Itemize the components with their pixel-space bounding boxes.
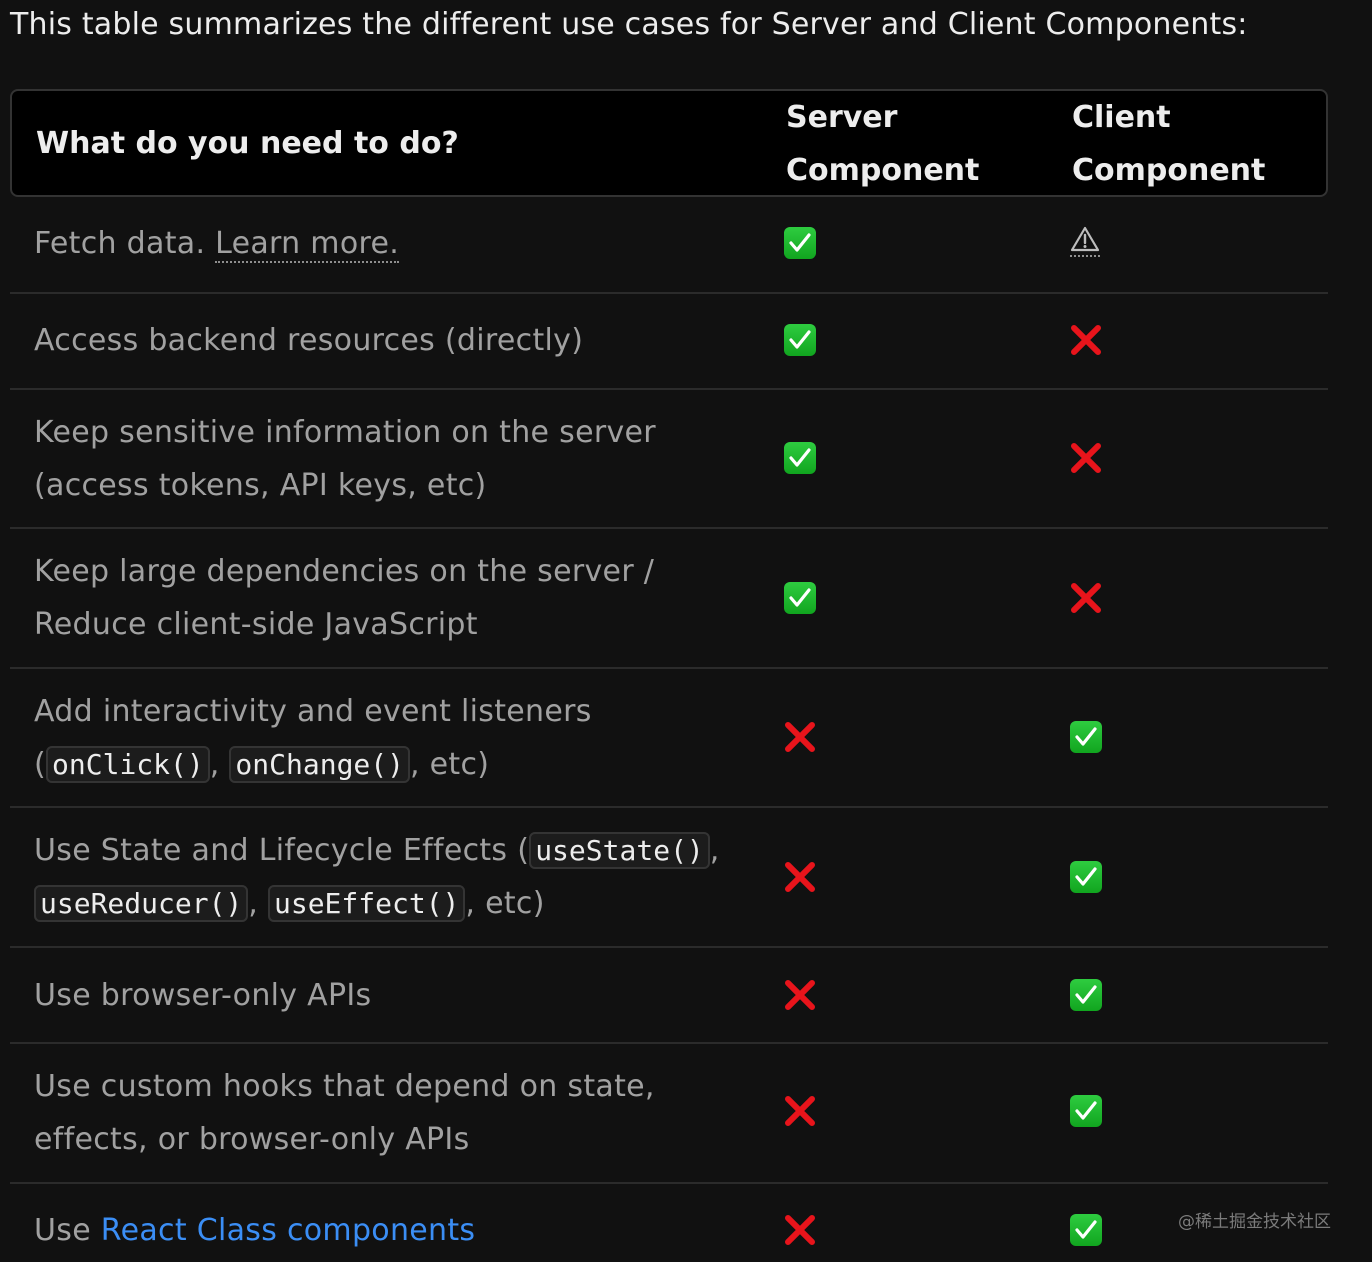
row-need: Keep sensitive information on the server… bbox=[34, 415, 656, 503]
client-warning-icon[interactable] bbox=[1070, 225, 1104, 259]
client-check-icon bbox=[1070, 979, 1104, 1013]
server-cross-icon bbox=[784, 721, 818, 755]
row-need: Fetch data. Learn more. bbox=[34, 226, 400, 263]
code-usereducer: useReducer() bbox=[34, 885, 249, 922]
row-need: Use browser-only APIs bbox=[34, 978, 372, 1013]
header-client: Client Component bbox=[1072, 100, 1266, 188]
table-row: Keep large dependencies on the server / … bbox=[10, 529, 1328, 669]
table-row: Use browser-only APIs bbox=[10, 948, 1328, 1044]
server-check-icon bbox=[784, 442, 818, 476]
row-need: Use custom hooks that depend on state, e… bbox=[34, 1069, 655, 1157]
watermark: @稀土掘金技术社区 bbox=[1178, 1212, 1331, 1232]
react-class-components-link[interactable]: React Class components bbox=[101, 1213, 476, 1248]
table-row: Fetch data. Learn more. bbox=[10, 197, 1328, 294]
table-row: Use React Class components bbox=[10, 1184, 1328, 1262]
intro-text: This table summarizes the different use … bbox=[10, 7, 1248, 42]
server-cross-icon bbox=[784, 1095, 818, 1129]
client-check-icon bbox=[1070, 721, 1104, 755]
row-need: Use React Class components bbox=[34, 1213, 476, 1248]
client-check-icon bbox=[1070, 1095, 1104, 1129]
table-row: Use State and Lifecycle Effects (useStat… bbox=[10, 808, 1328, 948]
table-row: Access backend resources (directly) bbox=[10, 294, 1328, 390]
client-cross-icon bbox=[1070, 324, 1104, 358]
server-cross-icon bbox=[784, 1214, 818, 1248]
header-server: Server Component bbox=[786, 100, 980, 188]
header-need: What do you need to do? bbox=[36, 126, 459, 161]
code-useeffect: useEffect() bbox=[267, 885, 466, 922]
table-row: Keep sensitive information on the server… bbox=[10, 390, 1328, 529]
learn-more-link[interactable]: Learn more. bbox=[215, 226, 400, 263]
code-onclick: onClick() bbox=[46, 746, 210, 783]
code-onchange: onChange() bbox=[229, 746, 410, 783]
table-row: Use custom hooks that depend on state, e… bbox=[10, 1044, 1328, 1184]
table-header: What do you need to do? Server Component… bbox=[10, 89, 1328, 197]
row-need: Access backend resources (directly) bbox=[34, 323, 584, 358]
server-check-icon bbox=[784, 324, 818, 358]
table-row: Add interactivity and event listeners (o… bbox=[10, 669, 1328, 808]
client-check-icon bbox=[1070, 1214, 1104, 1248]
server-cross-icon bbox=[784, 861, 818, 895]
code-usestate: useState() bbox=[529, 832, 710, 869]
server-cross-icon bbox=[784, 979, 818, 1013]
client-cross-icon bbox=[1070, 582, 1104, 616]
row-need: Add interactivity and event listeners (o… bbox=[34, 694, 592, 783]
row-need: Keep large dependencies on the server / … bbox=[34, 554, 655, 642]
client-check-icon bbox=[1070, 861, 1104, 895]
comparison-table: What do you need to do? Server Component… bbox=[10, 89, 1328, 1262]
client-cross-icon bbox=[1070, 442, 1104, 476]
server-check-icon bbox=[784, 582, 818, 616]
server-check-icon bbox=[784, 227, 818, 261]
row-need: Use State and Lifecycle Effects (useStat… bbox=[34, 832, 720, 922]
